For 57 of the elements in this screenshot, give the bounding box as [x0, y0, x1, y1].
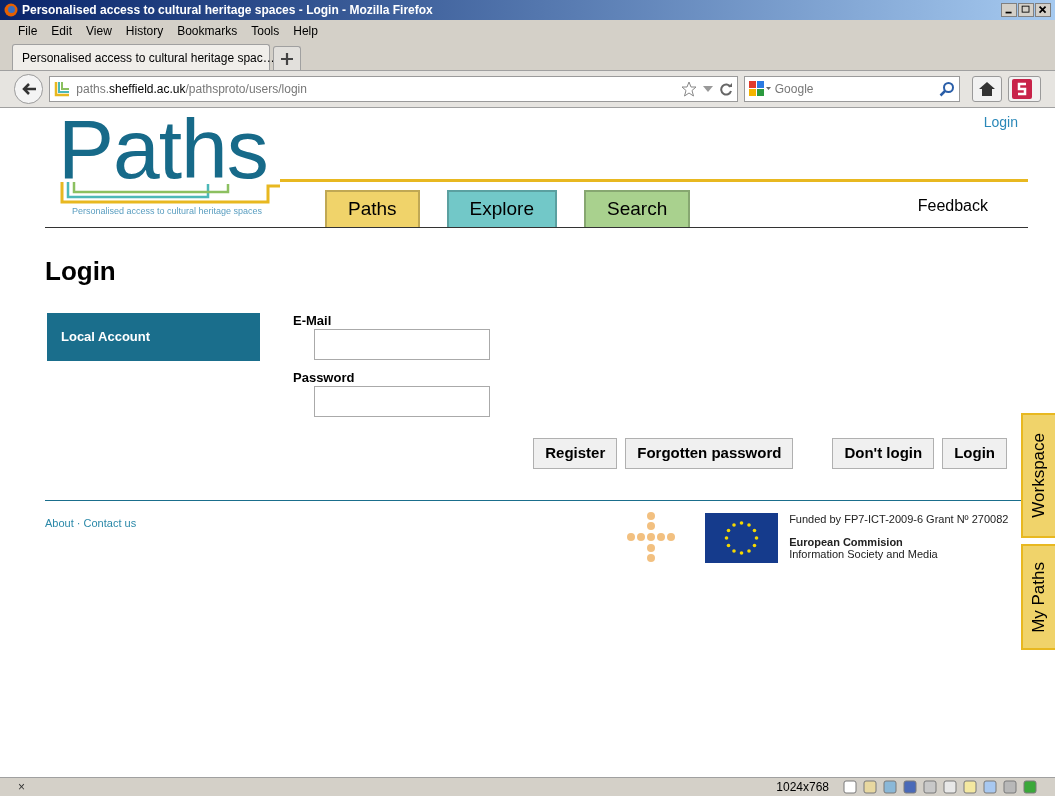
menu-item[interactable]: Tools	[251, 22, 280, 40]
account-tab[interactable]: Local Account	[47, 313, 260, 361]
dropdown-icon[interactable]	[702, 85, 713, 93]
menu-item[interactable]: Edit	[51, 22, 73, 40]
site-icon	[54, 81, 71, 97]
search-field[interactable]: Google	[743, 76, 961, 102]
minimize-button[interactable]	[1001, 3, 1017, 17]
menu-item[interactable]: View	[86, 22, 112, 40]
nav-tab[interactable]: Paths	[325, 190, 420, 227]
reload-icon[interactable]	[718, 82, 733, 96]
home-button[interactable]	[972, 76, 1002, 102]
resolution-label: 1024x768	[776, 779, 829, 796]
addon-icon	[1011, 79, 1032, 99]
search-input[interactable]: Google	[774, 80, 936, 98]
addon-button[interactable]	[1007, 76, 1041, 102]
form-button[interactable]: Register	[533, 438, 618, 469]
side-tab[interactable]: My Paths	[1021, 544, 1055, 650]
nav-tab[interactable]: Search	[584, 190, 691, 227]
logo-title: Paths	[58, 118, 268, 180]
page-heading: Login	[45, 256, 117, 286]
firefox-icon	[4, 3, 18, 17]
text-field[interactable]	[314, 386, 490, 417]
close-addon-bar-button[interactable]: ×	[18, 778, 25, 796]
menu-item[interactable]: Bookmarks	[177, 22, 238, 40]
org-department: Information Society and Media	[789, 547, 939, 560]
footer-link[interactable]: About	[45, 517, 74, 529]
menu-item[interactable]: Help	[293, 22, 318, 40]
new-tab-button[interactable]	[273, 46, 301, 70]
org-name: European Commision	[789, 535, 904, 548]
star-icon[interactable]	[680, 81, 697, 97]
feedback-link[interactable]: Feedback	[917, 194, 988, 218]
home-icon	[979, 82, 996, 96]
form-button[interactable]: Login	[942, 438, 1007, 469]
form-button[interactable]: Forgotten password	[625, 438, 794, 469]
logo-tagline: Personalised access to cultural heritage spaces	[72, 205, 263, 218]
menu-item[interactable]: File	[18, 22, 38, 40]
field-label: E-Mail	[293, 313, 333, 329]
back-button[interactable]	[14, 74, 44, 104]
footer-links: About · Contact us	[45, 516, 137, 531]
cross-dots-logo	[626, 512, 677, 562]
search-icon[interactable]	[939, 81, 956, 97]
header-login-link[interactable]: Login	[983, 112, 1018, 133]
menu-item[interactable]: History	[125, 22, 164, 40]
nav-tab[interactable]: Explore	[446, 190, 557, 227]
maximize-button[interactable]	[1018, 3, 1034, 17]
close-button[interactable]	[1035, 3, 1051, 17]
side-tab[interactable]: Workspace	[1021, 413, 1055, 538]
plus-icon	[281, 52, 293, 65]
funding-text: Funded by FP7-ICT-2009-6 Grant Nº 270082	[789, 512, 1009, 527]
footer-link[interactable]: Contact us	[83, 517, 137, 529]
back-arrow-icon	[20, 82, 37, 96]
search-engine-icon	[748, 81, 771, 97]
window-title: Personalised access to cultural heritage spaces - Login - Mozilla Firefox	[22, 2, 433, 19]
form-button[interactable]: Don't login	[832, 438, 935, 469]
url-field[interactable]: paths.sheffield.ac.uk/pathsproto/users/login	[49, 76, 738, 102]
text-field[interactable]	[314, 329, 490, 360]
field-label: Password	[293, 370, 356, 386]
